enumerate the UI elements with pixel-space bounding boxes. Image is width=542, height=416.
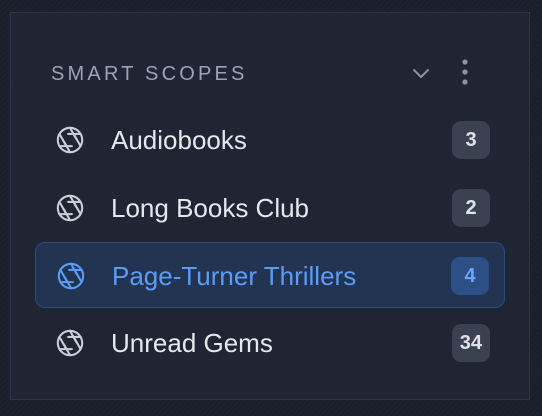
- scope-item-unread-gems[interactable]: Unread Gems 34: [35, 310, 505, 376]
- scope-label: Audiobooks: [111, 125, 247, 155]
- more-options-button[interactable]: [453, 57, 477, 87]
- count-badge: 3: [452, 121, 490, 159]
- chevron-down-icon: [413, 69, 429, 78]
- count-badge: 2: [452, 189, 490, 227]
- collapse-button[interactable]: [409, 61, 433, 85]
- scope-label: Long Books Club: [111, 193, 310, 223]
- smart-scopes-header: SMART SCOPES: [11, 55, 531, 89]
- aperture-icon: [56, 194, 84, 222]
- scope-item-long-books-club[interactable]: Long Books Club 2: [35, 175, 505, 241]
- count-badge: 34: [451, 324, 490, 362]
- kebab-menu-icon: [462, 59, 468, 85]
- count-badge: 4: [451, 257, 489, 295]
- scope-label: Page-Turner Thrillers: [112, 261, 357, 291]
- scope-item-audiobooks[interactable]: Audiobooks 3: [35, 107, 505, 173]
- scope-label: Unread Gems: [111, 328, 273, 358]
- scope-item-page-turner-thrillers[interactable]: Page-Turner Thrillers 4: [35, 242, 505, 308]
- aperture-icon: [56, 126, 84, 154]
- aperture-icon: [56, 329, 84, 357]
- section-title: SMART SCOPES: [51, 63, 248, 85]
- aperture-icon: [57, 262, 85, 290]
- sidebar-panel: SMART SCOPES Audiobooks 3 Long Books Clu…: [10, 12, 530, 400]
